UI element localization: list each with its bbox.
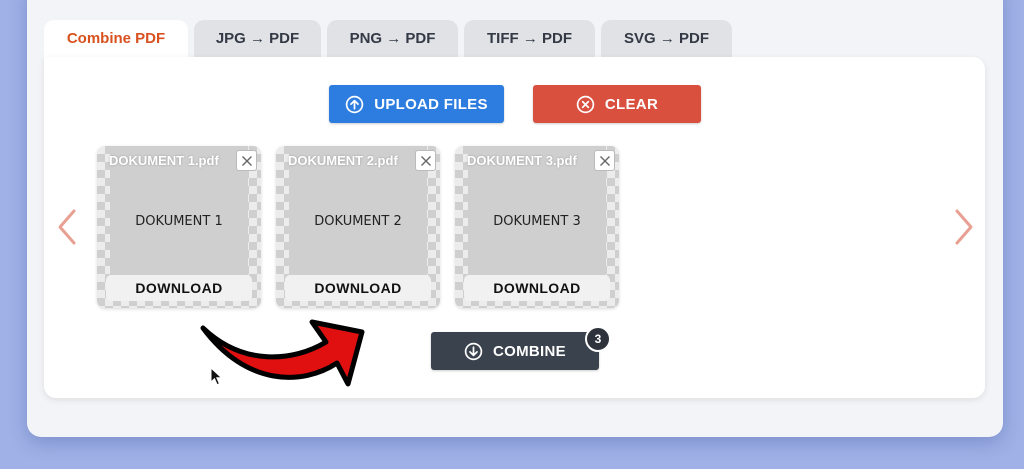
carousel-prev-button[interactable] — [55, 207, 79, 247]
chevron-left-icon — [58, 209, 76, 245]
page-preview: DOKUMENT 2 — [289, 146, 427, 296]
tab-tiff-to-pdf[interactable]: TIFF → PDF — [464, 20, 595, 57]
download-button[interactable]: DOWNLOAD — [464, 275, 610, 301]
remove-file-button[interactable] — [415, 150, 436, 171]
clear-button[interactable]: CLEAR — [533, 85, 701, 123]
page-preview-text: DOKUMENT 3 — [493, 213, 581, 229]
remove-file-button[interactable] — [594, 150, 615, 171]
download-button[interactable]: DOWNLOAD — [285, 275, 431, 301]
file-count-badge: 3 — [585, 326, 611, 352]
tab-bar: Combine PDF JPG → PDF PNG → PDF TIFF → P… — [44, 20, 732, 57]
download-button[interactable]: DOWNLOAD — [106, 275, 252, 301]
file-name: DOKUMENT 3.pdf — [467, 153, 577, 168]
carousel-next-button[interactable] — [952, 207, 976, 247]
tab-jpg-to-pdf[interactable]: JPG → PDF — [194, 20, 321, 57]
upload-circle-icon — [345, 95, 364, 113]
close-icon — [420, 155, 431, 166]
clear-circle-icon — [576, 95, 595, 113]
page-preview-text: DOKUMENT 2 — [314, 213, 402, 229]
chevron-right-icon — [955, 209, 973, 245]
file-name: DOKUMENT 1.pdf — [109, 153, 219, 168]
tab-svg-to-pdf[interactable]: SVG → PDF — [601, 20, 732, 57]
page-preview: DOKUMENT 1 — [110, 146, 248, 296]
upload-files-label: UPLOAD FILES — [374, 95, 488, 113]
upload-files-button[interactable]: UPLOAD FILES — [329, 85, 504, 123]
file-card: DOKUMENT 2 DOKUMENT 2.pdf DOWNLOAD — [276, 146, 440, 308]
clear-label: CLEAR — [604, 95, 659, 113]
page-preview: DOKUMENT 3 — [468, 146, 606, 296]
remove-file-button[interactable] — [236, 150, 257, 171]
file-name: DOKUMENT 2.pdf — [288, 153, 398, 168]
tab-png-to-pdf[interactable]: PNG → PDF — [327, 20, 458, 57]
curved-arrow-icon — [200, 319, 365, 387]
file-card: DOKUMENT 1 DOKUMENT 1.pdf DOWNLOAD — [97, 146, 261, 308]
close-icon — [241, 155, 252, 166]
tab-combine-pdf[interactable]: Combine PDF — [44, 20, 188, 57]
mouse-cursor-icon — [210, 367, 222, 386]
combine-button[interactable]: COMBINE — [431, 332, 599, 370]
download-circle-icon — [464, 342, 483, 360]
file-card: DOKUMENT 3 DOKUMENT 3.pdf DOWNLOAD — [455, 146, 619, 308]
combine-label: COMBINE — [493, 342, 566, 360]
page-preview-text: DOKUMENT 1 — [135, 213, 223, 229]
close-icon — [599, 155, 610, 166]
